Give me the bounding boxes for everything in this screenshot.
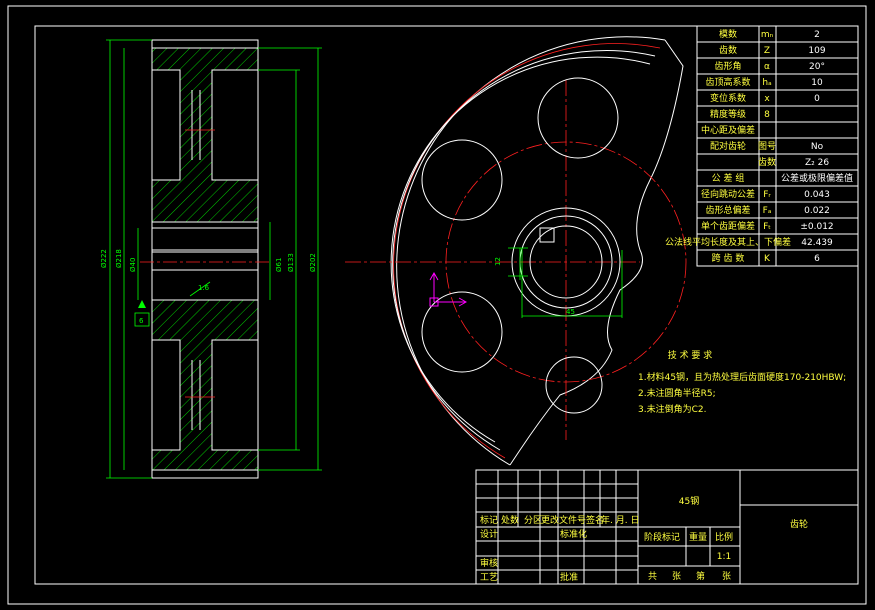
- param-symbol-12: Fₜ: [763, 222, 771, 232]
- param-symbol-3: hₐ: [762, 78, 771, 88]
- param-value-0: 2: [814, 30, 820, 40]
- standard-label: 标准化: [560, 528, 587, 540]
- param-name-7: 配对齿轮: [710, 140, 746, 152]
- tech-requirements: 技 术 要 求 1.材料45钢，且为热处理后齿面硬度170-210HBW; 2.…: [638, 349, 846, 415]
- param-value-4: 0: [814, 94, 820, 104]
- sheet-total: 共: [648, 571, 657, 582]
- param-value-3: 10: [811, 78, 823, 88]
- surface-roughness: 1.6: [198, 284, 210, 292]
- param-symbol-7: 图号: [758, 141, 776, 152]
- dim-d222: Ø222: [100, 249, 108, 268]
- dim-d202: Ø202: [309, 253, 317, 272]
- param-value-7: No: [811, 142, 824, 152]
- param-value-8: Z₂ 26: [805, 158, 829, 168]
- param-symbol-8: 齿数: [758, 156, 776, 168]
- param-name-0: 模数: [719, 28, 737, 40]
- hdr-mark: 标记: [480, 514, 498, 526]
- dim-d218: Ø218: [115, 249, 123, 268]
- param-symbol-4: x: [764, 94, 770, 104]
- param-name-4: 变位系数: [710, 92, 746, 104]
- sheet-no-unit: 张: [722, 571, 731, 582]
- part-name: 齿轮: [790, 518, 808, 530]
- param-value-1: 109: [808, 46, 825, 56]
- param-symbol-2: α: [764, 62, 770, 72]
- param-symbol-10: Fᵣ: [763, 190, 771, 200]
- tech-title: 技 术 要 求: [668, 349, 713, 361]
- scale-label: 比例: [715, 531, 733, 543]
- tech-item-2: 2.未注圆角半径R5;: [638, 387, 716, 399]
- hdr-count: 处数: [501, 514, 519, 526]
- keyway-width: 12: [494, 257, 502, 266]
- param-name-3: 齿顶高系数: [705, 76, 750, 88]
- param-value-2: 20°: [809, 62, 825, 72]
- drawing-canvas: Ø222 Ø218 Ø40 Ø61 Ø133 Ø202 1.6 6 12 45 …: [7, 5, 867, 605]
- param-name-14: 跨 齿 数: [712, 252, 745, 264]
- param-value-12: ±0.012: [800, 222, 833, 232]
- dim-d133: Ø133: [287, 253, 295, 272]
- ucs-icon: [429, 271, 468, 307]
- hdr-zone: 分区: [524, 515, 542, 526]
- dim-d61: Ø61: [275, 258, 283, 272]
- scale-value: 1:1: [717, 552, 731, 562]
- dim-d40: Ø40: [129, 258, 137, 272]
- param-name-5: 精度等级: [710, 108, 746, 120]
- design-label: 设计: [480, 528, 498, 540]
- param-symbol-14: K: [764, 254, 771, 264]
- param-value-9: 公差或极限偏差值: [781, 172, 853, 184]
- keyway-labels: 12 45: [494, 257, 575, 316]
- param-table: 模数 mₙ 2 齿数 Z 109 齿形角 α 20° 齿顶高系数 hₐ 10 变位系数 x 0 精度等级 8 中心…: [665, 25, 859, 267]
- gear-front-view: [345, 36, 687, 466]
- param-name-6: 中心距及偏差: [701, 124, 755, 136]
- keyway-depth: 45: [566, 308, 575, 316]
- param-symbol-11: Fₐ: [763, 206, 772, 216]
- param-name-2: 齿形角: [714, 60, 741, 72]
- hdr-docno: 更改文件号: [541, 514, 586, 526]
- stage-label: 阶段标记: [644, 531, 680, 543]
- datum-label: 6: [139, 317, 144, 325]
- gear-section-view: [140, 39, 270, 479]
- param-value-14: 6: [814, 254, 820, 264]
- approve-label: 批准: [560, 571, 578, 583]
- param-symbol-5: 8: [764, 110, 770, 120]
- tech-item-3: 3.未注倒角为C2.: [638, 403, 706, 415]
- tech-item-1: 1.材料45钢，且为热处理后齿面硬度170-210HBW;: [638, 371, 846, 383]
- process-label: 工艺: [480, 572, 498, 583]
- param-name-13: 公法线平均长度及其上、下偏差: [665, 236, 791, 248]
- sheet-total-unit: 张: [672, 571, 681, 582]
- param-symbol-0: mₙ: [761, 30, 774, 40]
- weight-label: 重量: [689, 531, 707, 543]
- param-symbol-1: Z: [764, 46, 770, 56]
- param-value-13: 42.439: [801, 238, 833, 248]
- param-name-11: 齿形总偏差: [705, 204, 750, 216]
- material: 45钢: [679, 495, 699, 507]
- param-name-1: 齿数: [719, 44, 737, 56]
- param-name-12: 单个齿距偏差: [701, 220, 755, 232]
- hdr-date: 年. 月. 日: [601, 514, 639, 526]
- param-value-11: 0.022: [804, 206, 830, 216]
- param-value-10: 0.043: [804, 190, 830, 200]
- review-label: 审核: [480, 557, 498, 569]
- title-block: 45钢 齿轮 阶段标记 重量 比例 1:1 共 张 第 张 标记 处数 分区 更…: [475, 469, 859, 585]
- sheet-no: 第: [696, 570, 705, 582]
- param-name-10: 径向跳动公差: [701, 188, 755, 200]
- param-name-9: 公 差 组: [712, 172, 745, 184]
